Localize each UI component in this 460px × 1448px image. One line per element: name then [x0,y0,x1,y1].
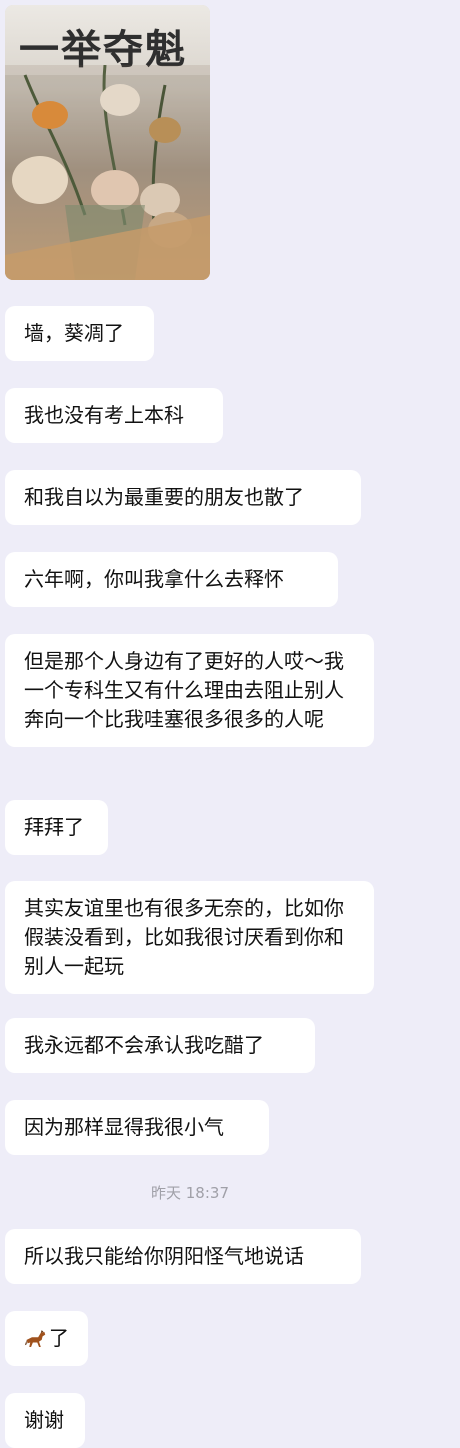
chat-message: 所以我只能给你阴阳怪气地说话 [5,1229,361,1284]
chat-message: 墙，葵凋了 [5,306,154,361]
chat-message: 拜拜了 [5,800,108,855]
timestamp: 昨天 18:37 [151,1184,229,1202]
chat-message: 因为那样显得我很小气 [5,1100,269,1155]
chat-message: 但是那个人身边有了更好的人哎～我一个专科生又有什么理由去阻止别人奔向一个比我哇塞… [5,634,374,747]
message-text: 墙，葵凋了 [24,321,124,345]
chat-message: 我也没有考上本科 [5,388,223,443]
chat-message: 其实友谊里也有很多无奈的，比如你假装没看到，比如我很讨厌看到你和别人一起玩 [5,881,374,994]
photo-message[interactable]: 一举夺魁 [5,5,210,280]
chat-message: 了 [5,1311,88,1366]
message-text: 所以我只能给你阴阳怪气地说话 [24,1244,304,1268]
message-text: 我也没有考上本科 [24,403,184,427]
message-text: 拜拜了 [24,815,84,839]
message-text: 因为那样显得我很小气 [24,1115,224,1139]
message-text: 但是那个人身边有了更好的人哎～我一个专科生又有什么理由去阻止别人奔向一个比我哇塞… [24,649,344,731]
dried-flowers-image [5,65,210,280]
chat-message: 和我自以为最重要的朋友也散了 [5,470,361,525]
chat-message: 我永远都不会承认我吃醋了 [5,1018,315,1073]
message-text: 谢谢 [24,1408,64,1432]
message-content: 了 [24,1324,69,1353]
message-text: 其实友谊里也有很多无奈的，比如你假装没看到，比如我很讨厌看到你和别人一起玩 [24,896,344,978]
chat-message: 六年啊，你叫我拿什么去释怀 [5,552,338,607]
message-text: 我永远都不会承认我吃醋了 [24,1033,264,1057]
message-text: 了 [49,1326,69,1350]
message-text: 和我自以为最重要的朋友也散了 [24,485,304,509]
chat-message: 谢谢 [5,1393,85,1448]
horse-icon [24,1329,46,1347]
message-text: 六年啊，你叫我拿什么去释怀 [24,567,284,591]
